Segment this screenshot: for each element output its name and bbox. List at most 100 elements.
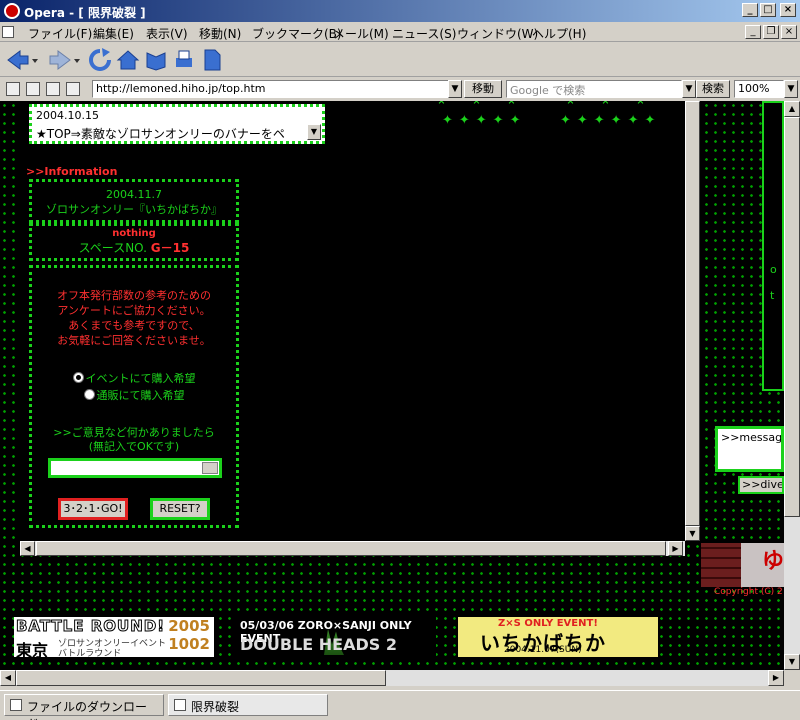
menu-edit[interactable]: 編集(E) <box>93 25 134 42</box>
frame-vertical-scrollbar[interactable]: ▼ <box>685 101 700 541</box>
radio-button[interactable] <box>72 372 84 383</box>
main-frame: 2004.10.15 ★TOP⇒素敵なゾロサンオンリーのバナーをペ ▼ ⌃ ⌃ … <box>20 101 700 556</box>
forward-dropdown-icon[interactable] <box>72 48 82 72</box>
back-dropdown-icon[interactable] <box>30 48 40 72</box>
reset-button[interactable]: RESET? <box>150 498 210 520</box>
page-scroll-up-icon[interactable]: ▲ <box>784 101 800 117</box>
news-text[interactable]: ★TOP⇒素敵なゾロサンオンリーのバナーをペ <box>36 125 285 142</box>
address-toolbar: http://lemoned.hiho.jp/top.htm ▼ 移動 Goog… <box>0 78 800 100</box>
banner-date-text: 1002 <box>168 635 210 653</box>
menu-help[interactable]: ヘルプ(H) <box>532 25 586 42</box>
camera-icon[interactable] <box>26 82 40 96</box>
survey-line: アンケートにご協力ください。 <box>57 304 211 317</box>
brick-image <box>701 543 741 587</box>
radio-label: 通販にて購入希望 <box>96 389 185 402</box>
event-date: 2004.11.7 <box>106 188 162 201</box>
close-button[interactable]: × <box>780 3 796 17</box>
status-bar: ファイルのダウンロード 限界破裂 <box>0 690 800 720</box>
event-name: ゾロサンオンリー『いちかばちか』 <box>46 203 222 216</box>
decoration-stars-right: ✦✦✦✦✦✦ <box>560 113 662 128</box>
menu-mail[interactable]: メール(M) <box>333 25 389 42</box>
download-icon <box>10 699 22 711</box>
space-label: スペースNO. <box>78 241 147 255</box>
page-hscroll-thumb[interactable] <box>16 670 386 686</box>
window-title: Opera - [ 限界破裂 ] <box>24 6 146 20</box>
news-date: 2004.10.15 <box>36 109 99 122</box>
frame-hscroll-thumb[interactable] <box>36 541 666 556</box>
spin-icon[interactable] <box>202 462 218 474</box>
minimize-button[interactable]: _ <box>742 3 758 17</box>
new-page-icon[interactable] <box>200 48 224 72</box>
zoom-input[interactable]: 100% <box>734 80 784 98</box>
right-frame-char: t <box>770 289 775 302</box>
page-horizontal-scrollbar[interactable]: ◀ ▶ <box>0 670 784 686</box>
radio-button[interactable] <box>83 389 95 400</box>
user-icon[interactable] <box>66 82 80 96</box>
radio-mail-option[interactable]: 通販にて購入希望 <box>32 387 236 404</box>
print-icon[interactable] <box>172 48 196 72</box>
bookmarks-icon[interactable] <box>144 48 168 72</box>
reload-icon[interactable] <box>88 48 112 72</box>
page-scroll-down-icon[interactable]: ▼ <box>784 654 800 670</box>
banner-glyph: ゆ <box>761 549 784 574</box>
tab-label: ファイルのダウンロード <box>27 700 148 720</box>
right-frame: o t <box>762 101 784 391</box>
radio-label: イベントにて購入希望 <box>85 372 196 385</box>
home-icon[interactable] <box>116 48 140 72</box>
banner-year: 2005 1002 <box>168 617 210 653</box>
scroll-down-icon[interactable]: ▼ <box>685 526 700 541</box>
decoration-stars-left: ✦✦✦✦✦ <box>442 113 527 128</box>
maximize-button[interactable]: □ <box>760 3 776 17</box>
back-icon[interactable] <box>6 48 30 72</box>
comment-prompt: >>ご意見など何かありましたら <box>53 426 215 439</box>
menu-news[interactable]: ニュース(S) <box>392 25 456 42</box>
message-textarea[interactable]: >>message <box>715 426 784 472</box>
document-icon[interactable] <box>2 26 14 38</box>
mdi-minimize-button[interactable]: _ <box>745 25 761 39</box>
page-vertical-scrollbar[interactable]: ▲ ▼ <box>784 101 800 670</box>
mdi-close-button[interactable]: × <box>781 25 797 39</box>
battle-round-banner[interactable]: BATTLE ROUND! 2005 1002 東京 ゾロサンオンリーイベント バト… <box>14 617 214 657</box>
address-input[interactable]: http://lemoned.hiho.jp/top.htm <box>92 80 462 98</box>
submit-button[interactable]: 3･2･1･GO! <box>58 498 128 520</box>
search-button[interactable]: 検索 <box>696 80 730 98</box>
address-dropdown-icon[interactable]: ▼ <box>448 80 462 98</box>
dive-button[interactable]: >>dive <box>738 476 784 494</box>
menu-navigate[interactable]: 移動(N) <box>199 25 241 42</box>
menu-bookmarks[interactable]: ブックマーク(B) <box>252 25 342 42</box>
page-scroll-right-icon[interactable]: ▶ <box>768 670 784 686</box>
page-scroll-left-icon[interactable]: ◀ <box>0 670 16 686</box>
zoom-dropdown-icon[interactable]: ▼ <box>784 80 798 98</box>
security-icon[interactable] <box>6 82 20 96</box>
double-heads-banner[interactable]: 05/03/06 ZORO×SANJI ONLY EVENT DOUBLE HE… <box>234 617 436 657</box>
menu-file[interactable]: ファイル(F) <box>28 25 92 42</box>
menu-view[interactable]: 表示(V) <box>146 25 188 42</box>
ichikabachika-banner[interactable]: Z×S ONLY EVENT! いちかばちか 2004.11.07(SUN) <box>458 617 658 657</box>
news-dropdown-icon[interactable]: ▼ <box>307 124 321 140</box>
page-icon[interactable] <box>46 82 60 96</box>
banner-title: BATTLE ROUND! <box>15 617 166 636</box>
scroll-left-icon[interactable]: ◀ <box>20 541 35 556</box>
page-viewport: 2004.10.15 ★TOP⇒素敵なゾロサンオンリーのバナーをペ ▼ ⌃ ⌃ … <box>0 101 784 670</box>
forward-icon[interactable] <box>48 48 72 72</box>
event-info-box: 2004.11.7 ゾロサンオンリー『いちかばちか』 <box>29 179 239 223</box>
go-button[interactable]: 移動 <box>464 80 502 98</box>
search-input[interactable]: Google で検索 <box>506 80 682 98</box>
right-banner[interactable]: ゆ <box>701 543 784 587</box>
frame-scroll-thumb[interactable] <box>685 101 700 526</box>
page-scroll-thumb[interactable] <box>784 117 800 517</box>
space-status: nothing <box>112 228 156 239</box>
frame-horizontal-scrollbar[interactable]: ◀ ▶ <box>20 541 685 556</box>
menu-window[interactable]: ウィンドウ(W) <box>457 25 538 42</box>
comment-input[interactable] <box>48 458 222 478</box>
mdi-restore-button[interactable]: ❐ <box>763 25 779 39</box>
banner-sub-line: バトルラウンド <box>58 649 122 657</box>
banner-year-text: 2005 <box>168 617 210 635</box>
tab-downloads[interactable]: ファイルのダウンロード <box>4 694 164 720</box>
tab-current-page[interactable]: 限界破裂 <box>168 694 328 716</box>
radio-event-option[interactable]: イベントにて購入希望 <box>32 370 236 387</box>
scroll-right-icon[interactable]: ▶ <box>668 541 683 556</box>
search-engine-dropdown-icon[interactable]: ▼ <box>682 80 696 98</box>
title-bar: Opera - [ 限界破裂 ] _ □ × <box>0 0 800 22</box>
banner-date: 2004.11.07(SUN) <box>504 645 582 655</box>
